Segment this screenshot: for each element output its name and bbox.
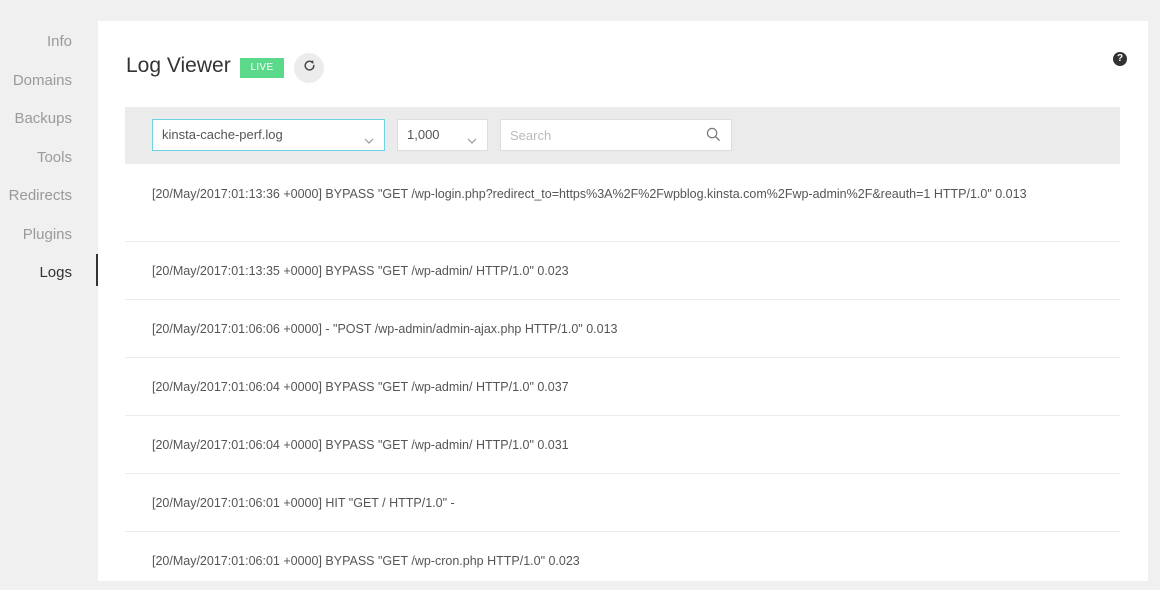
sidebar-item-backups[interactable]: Backups (14, 110, 72, 127)
log-entry: [20/May/2017:01:06:04 +0000] BYPASS "GET… (125, 416, 1120, 474)
sidebar: Info Domains Backups Tools Redirects Plu… (0, 0, 98, 560)
log-entry-text: [20/May/2017:01:06:01 +0000] BYPASS "GET… (152, 554, 580, 568)
log-entry-text: [20/May/2017:01:06:06 +0000] - "POST /wp… (152, 322, 618, 336)
log-list: [20/May/2017:01:13:36 +0000] BYPASS "GET… (125, 164, 1120, 590)
main-panel: Log Viewer LIVE ? kinsta-cache-perf.log … (98, 21, 1148, 581)
log-entry-text: [20/May/2017:01:06:04 +0000] BYPASS "GET… (152, 438, 569, 452)
log-toolbar: kinsta-cache-perf.log 1,000 (125, 107, 1120, 164)
sidebar-item-tools[interactable]: Tools (37, 149, 72, 166)
line-count-value: 1,000 (407, 127, 440, 142)
sidebar-item-info[interactable]: Info (47, 33, 72, 50)
log-entry: [20/May/2017:01:13:36 +0000] BYPASS "GET… (125, 164, 1120, 242)
search-icon[interactable] (706, 127, 721, 147)
search-input[interactable] (510, 120, 700, 150)
search-box (500, 119, 732, 151)
log-entry-text: [20/May/2017:01:06:01 +0000] HIT "GET / … (152, 496, 455, 510)
sidebar-item-logs[interactable]: Logs (39, 264, 72, 281)
log-entry-text: [20/May/2017:01:06:04 +0000] BYPASS "GET… (152, 380, 569, 394)
log-entry: [20/May/2017:01:13:35 +0000] BYPASS "GET… (125, 242, 1120, 300)
line-count-select[interactable]: 1,000 (397, 119, 488, 151)
log-file-select-value: kinsta-cache-perf.log (162, 127, 283, 142)
log-entry-text: [20/May/2017:01:13:35 +0000] BYPASS "GET… (152, 264, 569, 278)
help-icon[interactable]: ? (1113, 52, 1127, 66)
chevron-down-icon (467, 128, 477, 158)
live-badge: LIVE (240, 58, 284, 78)
log-entry: [20/May/2017:01:06:06 +0000] - "POST /wp… (125, 300, 1120, 358)
sidebar-item-domains[interactable]: Domains (13, 72, 72, 89)
log-entry: [20/May/2017:01:06:01 +0000] BYPASS "GET… (125, 532, 1120, 590)
sidebar-item-plugins[interactable]: Plugins (23, 226, 72, 243)
page-title: Log Viewer (126, 54, 231, 77)
log-entry: [20/May/2017:01:06:01 +0000] HIT "GET / … (125, 474, 1120, 532)
refresh-button[interactable] (294, 53, 324, 83)
log-entry-text: [20/May/2017:01:13:36 +0000] BYPASS "GET… (152, 187, 1027, 201)
refresh-icon (303, 59, 316, 77)
log-file-select[interactable]: kinsta-cache-perf.log (152, 119, 385, 151)
chevron-down-icon (364, 128, 374, 158)
log-entry: [20/May/2017:01:06:04 +0000] BYPASS "GET… (125, 358, 1120, 416)
sidebar-item-redirects[interactable]: Redirects (9, 187, 72, 204)
